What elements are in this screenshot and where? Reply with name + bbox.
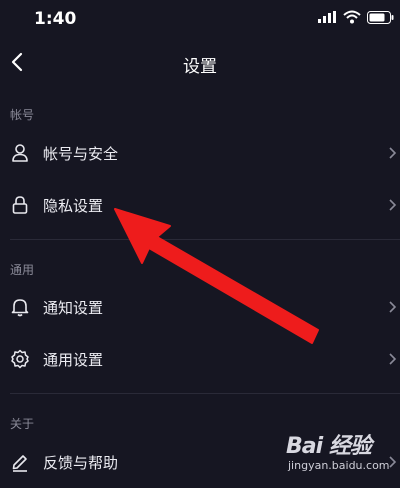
watermark-logo: Bai 经验	[286, 434, 372, 459]
annotation-arrow	[114, 208, 319, 344]
baidu-jingyan-watermark: Bai 经验 jingyan.baidu.com	[286, 428, 400, 480]
watermark-url: jingyan.baidu.com	[288, 459, 390, 472]
